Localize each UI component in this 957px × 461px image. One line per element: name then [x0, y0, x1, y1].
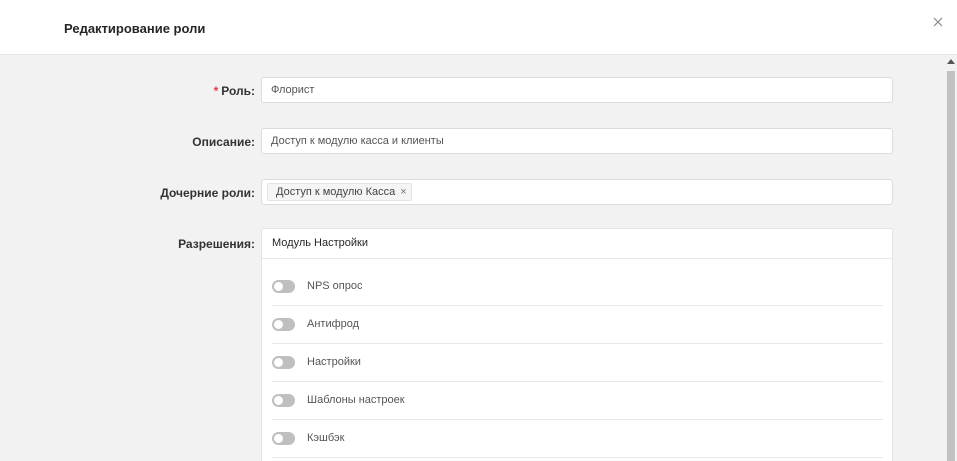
role-label: * Роль: [214, 84, 255, 98]
toggle-knob [274, 396, 283, 405]
child-roles-label: Дочерние роли: [160, 186, 255, 200]
dialog-body: * Роль: Флорист Описание: Доступ к модулю… [0, 55, 945, 461]
permission-toggle[interactable] [272, 318, 295, 331]
permission-label: Настройки [307, 356, 361, 368]
permissions-card: Модуль Настройки NPS опрос Антифрод Наст… [261, 228, 893, 461]
child-roles-select[interactable]: Доступ к модулю Касса × [261, 179, 893, 205]
close-icon [933, 17, 943, 27]
permission-item: Настройки [272, 344, 883, 382]
toggle-knob [274, 282, 283, 291]
permission-label: NPS опрос [307, 280, 363, 292]
toggle-knob [274, 434, 283, 443]
child-role-tag-label: Доступ к модулю Касса [276, 186, 396, 198]
role-input[interactable]: Флорист [261, 77, 893, 103]
tag-remove-icon[interactable]: × [400, 186, 406, 198]
child-role-tag: Доступ к модулю Касса × [267, 183, 412, 201]
permission-item: Шаблоны настроек [272, 382, 883, 420]
permission-toggle[interactable] [272, 280, 295, 293]
permissions-module-title: Модуль Настройки [272, 237, 368, 249]
toggle-knob [274, 320, 283, 329]
role-label-text: Роль: [221, 84, 255, 98]
divider [262, 258, 892, 259]
permission-item: NPS опрос [272, 268, 883, 306]
permission-label: Антифрод [307, 318, 360, 330]
dialog-title: Редактирование роли [64, 21, 206, 36]
dialog-header: Редактирование роли [0, 0, 957, 55]
description-label: Описание: [192, 135, 255, 149]
description-input[interactable]: Доступ к модулю касса и клиенты [261, 128, 893, 154]
permission-toggle[interactable] [272, 432, 295, 445]
permission-toggle[interactable] [272, 356, 295, 369]
toggle-knob [274, 358, 283, 367]
permission-label: Кэшбэк [307, 432, 345, 444]
permission-toggle[interactable] [272, 394, 295, 407]
permission-item: Антифрод [272, 306, 883, 344]
vertical-scrollbar[interactable] [945, 55, 957, 461]
permission-label: Шаблоны настроек [307, 394, 405, 406]
permission-item: Кэшбэк [272, 420, 883, 458]
close-button[interactable] [928, 12, 948, 32]
scroll-up-arrow-icon[interactable] [947, 59, 955, 64]
scroll-thumb[interactable] [947, 71, 955, 461]
required-mark: * [213, 84, 219, 98]
permissions-label: Разрешения: [178, 237, 255, 251]
